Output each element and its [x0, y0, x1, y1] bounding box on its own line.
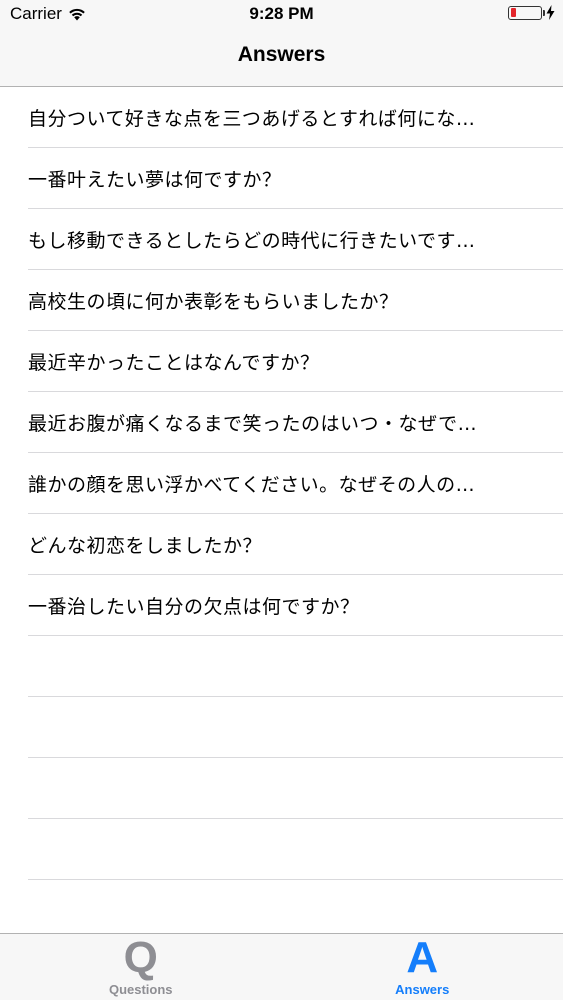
navigation-bar: Carrier 9:28 PM Answers [0, 0, 563, 87]
empty-row [0, 819, 563, 880]
list-item-label: 誰かの顔を思い浮かべてください。なぜその人の… [28, 474, 476, 496]
list-item[interactable]: 一番叶えたい夢は何ですか？ [0, 148, 563, 209]
questions-q-icon: Q [123, 933, 158, 982]
list-item[interactable]: 誰かの顔を思い浮かべてください。なぜその人の… [0, 453, 563, 514]
tab-questions-label: Questions [108, 982, 173, 997]
tab-bar: Q Questions A Answers [0, 933, 563, 1000]
list-item-label: 最近お腹が痛くなるまで笑ったのはいつ・なぜで… [28, 413, 478, 435]
answers-list: 自分ついて好きな点を三つあげるとすれば何にな… 一番叶えたい夢は何ですか？ もし… [0, 87, 563, 880]
battery-icon [508, 5, 545, 20]
list-item[interactable]: 自分ついて好きな点を三つあげるとすれば何にな… [0, 87, 563, 148]
answers-a-icon: A [406, 933, 439, 982]
list-item[interactable]: 最近辛かったことはなんですか？ [0, 331, 563, 392]
charging-bolt-icon [546, 5, 555, 20]
list-item-label: もし移動できるとしたらどの時代に行きたいです… [28, 230, 476, 252]
list-item[interactable]: どんな初恋をしましたか？ [0, 514, 563, 575]
row-separator [28, 879, 563, 880]
list-item[interactable]: もし移動できるとしたらどの時代に行きたいです… [0, 209, 563, 270]
list-item-label: どんな初恋をしましたか？ [28, 535, 263, 557]
empty-row [0, 758, 563, 819]
list-item-label: 最近辛かったことはなんですか？ [28, 352, 320, 374]
tab-answers[interactable]: A Answers [282, 934, 563, 1000]
list-item-label: 一番叶えたい夢は何ですか？ [28, 169, 282, 191]
empty-row [0, 636, 563, 697]
page-title: Answers [237, 43, 326, 66]
status-time: 9:28 PM [249, 4, 314, 23]
list-item-label: 自分ついて好きな点を三つあげるとすれば何にな… [28, 108, 476, 130]
list-item-label: 一番治したい自分の欠点は何ですか？ [28, 596, 360, 618]
list-item[interactable]: 最近お腹が痛くなるまで笑ったのはいつ・なぜで… [0, 392, 563, 453]
list-item[interactable]: 一番治したい自分の欠点は何ですか？ [0, 575, 563, 636]
battery-level [510, 8, 516, 17]
tab-answers-label: Answers [395, 982, 450, 997]
list-item-label: 高校生の頃に何か表彰をもらいましたか？ [28, 291, 399, 313]
status-right [508, 5, 555, 20]
tab-questions[interactable]: Q Questions [0, 934, 282, 1000]
empty-row [0, 697, 563, 758]
list-item[interactable]: 高校生の頃に何か表彰をもらいましたか？ [0, 270, 563, 331]
